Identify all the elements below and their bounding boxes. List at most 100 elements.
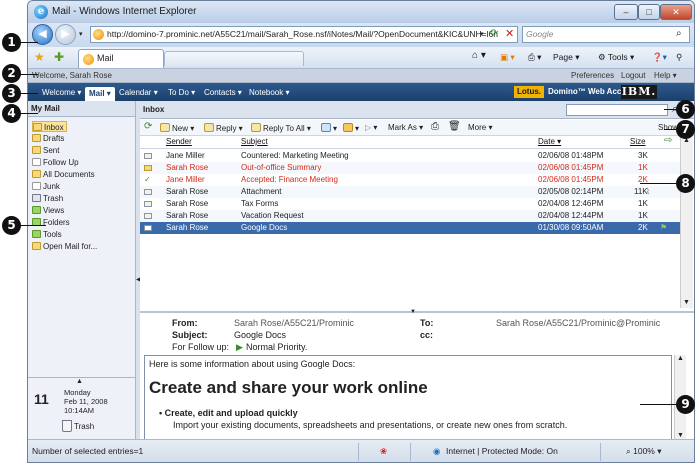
message-list-scrollbar[interactable]: ▲ ▼ — [680, 137, 693, 308]
welcome-text: Welcome, Sarah Rose — [32, 71, 112, 80]
zoom-control[interactable]: ⌕ 100% ▾ — [626, 446, 662, 457]
table-row[interactable]: Jane Miller Countered: Marketing Meeting… — [140, 150, 680, 162]
table-row[interactable]: Sarah Rose Google Docs 01/30/08 09:50AM … — [140, 222, 680, 234]
tab-mail[interactable]: Mail ▾ — [85, 87, 115, 101]
trash-button[interactable]: Trash — [62, 420, 94, 432]
row-size: 1K — [638, 211, 648, 220]
feeds-icon[interactable]: ▣ ▾ — [500, 52, 515, 63]
folder-drafts[interactable]: Drafts — [32, 133, 64, 144]
table-row[interactable]: Sarah Rose Tax Forms 02/04/08 12:46PM 1K — [140, 198, 680, 210]
browser-search-input[interactable]: Google — [522, 26, 690, 43]
refresh-mail-button[interactable]: ⟳ — [144, 121, 152, 132]
logout-link[interactable]: Logout — [621, 69, 645, 83]
tab-notebook[interactable]: Notebook ▾ — [245, 86, 293, 99]
more-button[interactable]: More ▾ — [468, 123, 492, 132]
folder-label: Inbox — [44, 123, 64, 132]
search-icon[interactable]: ⌕ — [676, 28, 682, 39]
my-mail-heading: My Mail — [28, 101, 135, 117]
tab-calendar[interactable]: Calendar ▾ — [115, 86, 162, 99]
follow-up-button[interactable]: ▷ ▾ — [365, 123, 377, 132]
callout-2: 2 — [2, 64, 21, 83]
folder-junk[interactable]: Junk — [32, 181, 60, 192]
reply-all-icon — [251, 123, 261, 132]
folder-all-documents[interactable]: All Documents — [32, 169, 95, 180]
tools-menu[interactable]: ⚙ Tools ▾ — [598, 52, 634, 63]
reply-button[interactable]: Reply ▾ — [204, 123, 243, 133]
calendar-date: Feb 11, 2008 — [64, 397, 108, 406]
refresh-list-icon[interactable]: ⇨ — [664, 135, 672, 146]
all-documents-icon — [32, 170, 41, 178]
tab-welcome[interactable]: Welcome ▾ — [38, 86, 85, 99]
subject-label: Subject: — [172, 330, 208, 340]
new-button[interactable]: New ▾ — [160, 123, 194, 133]
callout-4-line — [20, 113, 38, 114]
more-label: More ▾ — [468, 123, 493, 132]
collapse-up-icon[interactable]: ▲ — [76, 378, 83, 385]
page-icon — [93, 29, 104, 40]
table-row[interactable]: Sarah Rose Out-of-office Summary 02/06/0… — [140, 162, 680, 174]
forward-mail-button[interactable]: ▾ — [321, 123, 337, 133]
title-bar[interactable]: e Mail - Windows Internet Explorer – □ ✕ — [28, 1, 694, 23]
delete-button[interactable]: 🗑 — [448, 121, 461, 132]
forward-button[interactable]: ▶ — [55, 24, 76, 45]
folder-follow-up[interactable]: Follow Up — [32, 157, 79, 168]
folder-tools[interactable]: Tools — [32, 229, 62, 240]
internet-globe-icon: ◉ — [433, 446, 441, 456]
column-sender[interactable]: Sender — [166, 137, 192, 146]
research-icon[interactable]: ⚲ — [676, 52, 682, 63]
new-tab-button[interactable] — [164, 51, 304, 66]
folder-open-mail-for[interactable]: Open Mail for... — [32, 241, 97, 252]
row-subject: Countered: Marketing Meeting — [241, 151, 349, 160]
mark-as-button[interactable]: Mark As ▾ — [388, 123, 423, 132]
table-row[interactable]: Sarah Rose Attachment 02/05/08 02:14PM 1… — [140, 186, 680, 198]
reply-all-button[interactable]: Reply To All ▾ — [251, 123, 311, 133]
row-date: 02/06/08 01:45PM — [538, 175, 604, 184]
lotus-logo: Lotus. — [514, 86, 544, 98]
stop-icon[interactable]: ✕ — [505, 27, 514, 40]
favorites-star-icon[interactable]: ★ — [34, 50, 45, 64]
tab-contacts[interactable]: Contacts ▾ — [200, 86, 246, 99]
column-size[interactable]: Size — [630, 137, 646, 146]
table-row[interactable]: ✓ Jane Miller Accepted: Finance Meeting … — [140, 174, 680, 186]
folder-trash[interactable]: Trash — [32, 193, 63, 204]
column-date[interactable]: Date ▾ — [538, 137, 561, 146]
quick-search-input[interactable] — [566, 104, 668, 116]
folder-move-button[interactable]: ▾ — [343, 123, 359, 133]
address-input[interactable]: http://domino-7.prominic.net/A55C21/mail… — [90, 26, 518, 43]
print-mail-button[interactable]: ⎙ — [431, 121, 439, 132]
browser-tab-mail[interactable]: Mail — [78, 49, 164, 68]
maximize-button[interactable]: □ — [638, 4, 660, 20]
body-heading: Create and share your work online — [149, 378, 428, 397]
selected-count: Number of selected entries=1 — [32, 446, 144, 456]
scroll-down-icon[interactable]: ▼ — [683, 299, 690, 306]
minimize-button[interactable]: – — [614, 4, 638, 20]
home-icon[interactable]: ⌂ ▾ — [472, 50, 486, 61]
add-favorites-icon[interactable]: ✚ — [54, 50, 64, 64]
scroll-down-icon[interactable]: ▼ — [677, 432, 684, 439]
address-dropdown-icon[interactable]: ▾ — [480, 30, 484, 38]
views-icon — [32, 206, 41, 214]
history-dropdown-icon[interactable]: ▾ — [79, 30, 83, 38]
to-label: To: — [420, 318, 434, 328]
row-sender: Sarah Rose — [166, 163, 209, 172]
folder-views[interactable]: Views — [32, 205, 64, 216]
scroll-up-icon[interactable]: ▲ — [677, 355, 684, 362]
table-row[interactable]: Sarah Rose Vacation Request 02/04/08 12:… — [140, 210, 680, 222]
help-icon[interactable]: ❓▾ — [652, 52, 667, 63]
refresh-icon[interactable]: ⟳ — [490, 28, 498, 39]
pane-splitter-handle[interactable]: ▼ — [410, 309, 416, 315]
tab-todo[interactable]: To Do ▾ — [164, 86, 199, 99]
help-link[interactable]: Help ▾ — [654, 69, 677, 83]
preferences-link[interactable]: Preferences — [571, 69, 614, 83]
page-menu[interactable]: Page ▾ — [553, 52, 579, 63]
folder-folders[interactable]: Folders — [32, 217, 70, 228]
url-text: http://domino-7.prominic.net/A55C21/mail… — [107, 29, 498, 39]
print-icon[interactable]: ⎙ ▾ — [528, 52, 541, 63]
message-body[interactable]: Here is some information about using Goo… — [144, 355, 672, 441]
tab-label: Mail — [97, 53, 114, 63]
folder-sent[interactable]: Sent — [32, 145, 59, 156]
close-button[interactable]: ✕ — [660, 4, 692, 20]
folder-inbox[interactable]: Inbox — [32, 121, 67, 132]
column-subject[interactable]: Subject — [241, 137, 268, 146]
row-size: 1K — [638, 163, 648, 172]
